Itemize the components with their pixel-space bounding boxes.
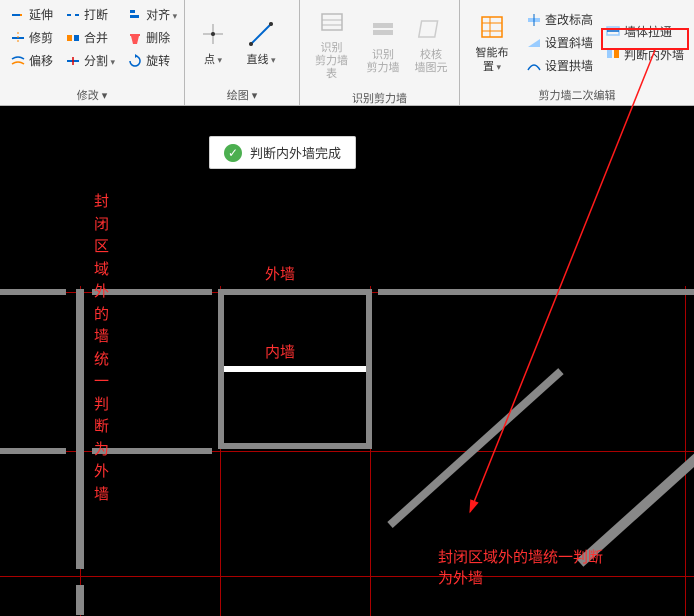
align-icon — [127, 7, 143, 23]
merge-label: 合并 — [84, 29, 108, 46]
elev-icon — [526, 12, 542, 28]
arch-icon — [526, 58, 542, 74]
split-icon — [65, 53, 81, 69]
split-button[interactable]: 分割 — [61, 50, 119, 71]
set-arch-label: 设置拱墙 — [545, 57, 593, 74]
wall-segment — [76, 289, 84, 569]
room-inner-wall — [224, 366, 366, 372]
line-icon — [245, 18, 277, 50]
delete-button[interactable]: 删除 — [123, 27, 181, 48]
recognize-wall-button: 识别 剪力墙 — [359, 9, 407, 79]
wall-segment — [378, 289, 694, 295]
set-slope-label: 设置斜墙 — [545, 34, 593, 51]
break-icon — [65, 7, 81, 23]
ribbon-toolbar: 延伸 修剪 偏移 打断 合并 分割 对齐 删除 旋转 修改 ▾ 点 — [0, 0, 694, 106]
check-element-button: 校核 墙图元 — [407, 9, 455, 79]
through-icon — [605, 23, 621, 39]
rotate-label: 旋转 — [146, 52, 170, 69]
extend-label: 延伸 — [29, 6, 53, 23]
wall-segment — [92, 289, 212, 295]
table-icon — [316, 6, 348, 38]
judge-label: 判断内外墙 — [624, 46, 684, 63]
offset-icon — [10, 53, 26, 69]
split-label: 分割 — [84, 52, 115, 69]
recognize-group-title: 识别剪力墙 — [304, 86, 455, 108]
wall-icon — [367, 13, 399, 45]
wall-segment — [76, 585, 84, 615]
vertical-annotation: 封闭区域外的墙统一判断为外墙 — [94, 191, 109, 506]
offset-button[interactable]: 偏移 — [6, 50, 57, 71]
rotate-icon — [127, 53, 143, 69]
edit-group-title: 剪力墙二次编辑 — [464, 83, 690, 105]
wall-through-button[interactable]: 墙体拉通 — [601, 21, 688, 42]
modify-group-title: 修改 ▾ — [4, 83, 180, 105]
draw-group-title: 绘图 ▾ — [189, 83, 295, 105]
set-arch-button[interactable]: 设置拱墙 — [522, 55, 597, 76]
ribbon-group-modify: 延伸 修剪 偏移 打断 合并 分割 对齐 删除 旋转 修改 ▾ — [0, 0, 185, 105]
line-label: 直线 — [246, 54, 275, 67]
smart-label: 智能布置 — [470, 47, 514, 73]
check-elem-icon — [415, 13, 447, 45]
wall-segment — [0, 448, 66, 454]
merge-icon — [65, 30, 81, 46]
ribbon-group-draw: 点 直线 绘图 ▾ — [185, 0, 300, 105]
check-elevation-button[interactable]: 查改标高 — [522, 9, 597, 30]
delete-label: 删除 — [146, 29, 170, 46]
extend-button[interactable]: 延伸 — [6, 4, 57, 25]
trim-icon — [10, 30, 26, 46]
break-label: 打断 — [84, 6, 108, 23]
through-label: 墙体拉通 — [624, 23, 672, 40]
wall-segment — [0, 289, 66, 295]
judge-icon — [605, 46, 621, 62]
check-elem-label: 校核 墙图元 — [415, 49, 448, 75]
smart-icon — [476, 11, 508, 43]
check-icon: ✓ — [224, 144, 242, 162]
extend-icon — [10, 7, 26, 23]
ribbon-group-recognize: 识别 剪力墙表 识别 剪力墙 校核 墙图元 识别剪力墙 — [300, 0, 460, 105]
set-slope-button[interactable]: 设置斜墙 — [522, 32, 597, 53]
point-label: 点 — [204, 54, 222, 67]
offset-label: 偏移 — [29, 52, 53, 69]
outer-wall-label: 外墙 — [265, 263, 295, 284]
point-icon — [197, 18, 229, 50]
bottom-annotation: 封闭区域外的墙统一判断 为外墙 — [438, 546, 603, 588]
align-button[interactable]: 对齐 — [123, 4, 181, 25]
merge-button[interactable]: 合并 — [61, 27, 119, 48]
judge-wall-button[interactable]: 判断内外墙 — [601, 44, 688, 65]
break-button[interactable]: 打断 — [61, 4, 119, 25]
align-label: 对齐 — [146, 6, 177, 23]
toast-text: 判断内外墙完成 — [250, 143, 341, 162]
recog-table-label: 识别 剪力墙表 — [310, 42, 353, 82]
trim-label: 修剪 — [29, 29, 53, 46]
ribbon-group-edit: 智能布置 查改标高 设置斜墙 设置拱墙 墙体拉通 判断内外墙 剪力墙二次编辑 — [460, 0, 694, 105]
axis-line-v — [685, 286, 686, 616]
toast-success: ✓ 判断内外墙完成 — [209, 136, 356, 169]
recog-wall-label: 识别 剪力墙 — [367, 49, 400, 75]
point-button[interactable]: 点 — [189, 14, 237, 71]
wall-segment — [92, 448, 212, 454]
delete-icon — [127, 30, 143, 46]
check-elev-label: 查改标高 — [545, 11, 593, 28]
smart-layout-button[interactable]: 智能布置 — [464, 7, 520, 77]
wall-segment-diagonal — [387, 368, 563, 528]
recognize-table-button: 识别 剪力墙表 — [304, 2, 359, 86]
inner-wall-label: 内墙 — [265, 341, 295, 362]
rotate-button[interactable]: 旋转 — [123, 50, 181, 71]
line-button[interactable]: 直线 — [237, 14, 285, 71]
trim-button[interactable]: 修剪 — [6, 27, 57, 48]
drawing-canvas[interactable]: ✓ 判断内外墙完成 外墙 内墙 封闭区域外的墙统一判断为外墙 封闭区域外的墙统一… — [0, 106, 694, 616]
slope-icon — [526, 35, 542, 51]
